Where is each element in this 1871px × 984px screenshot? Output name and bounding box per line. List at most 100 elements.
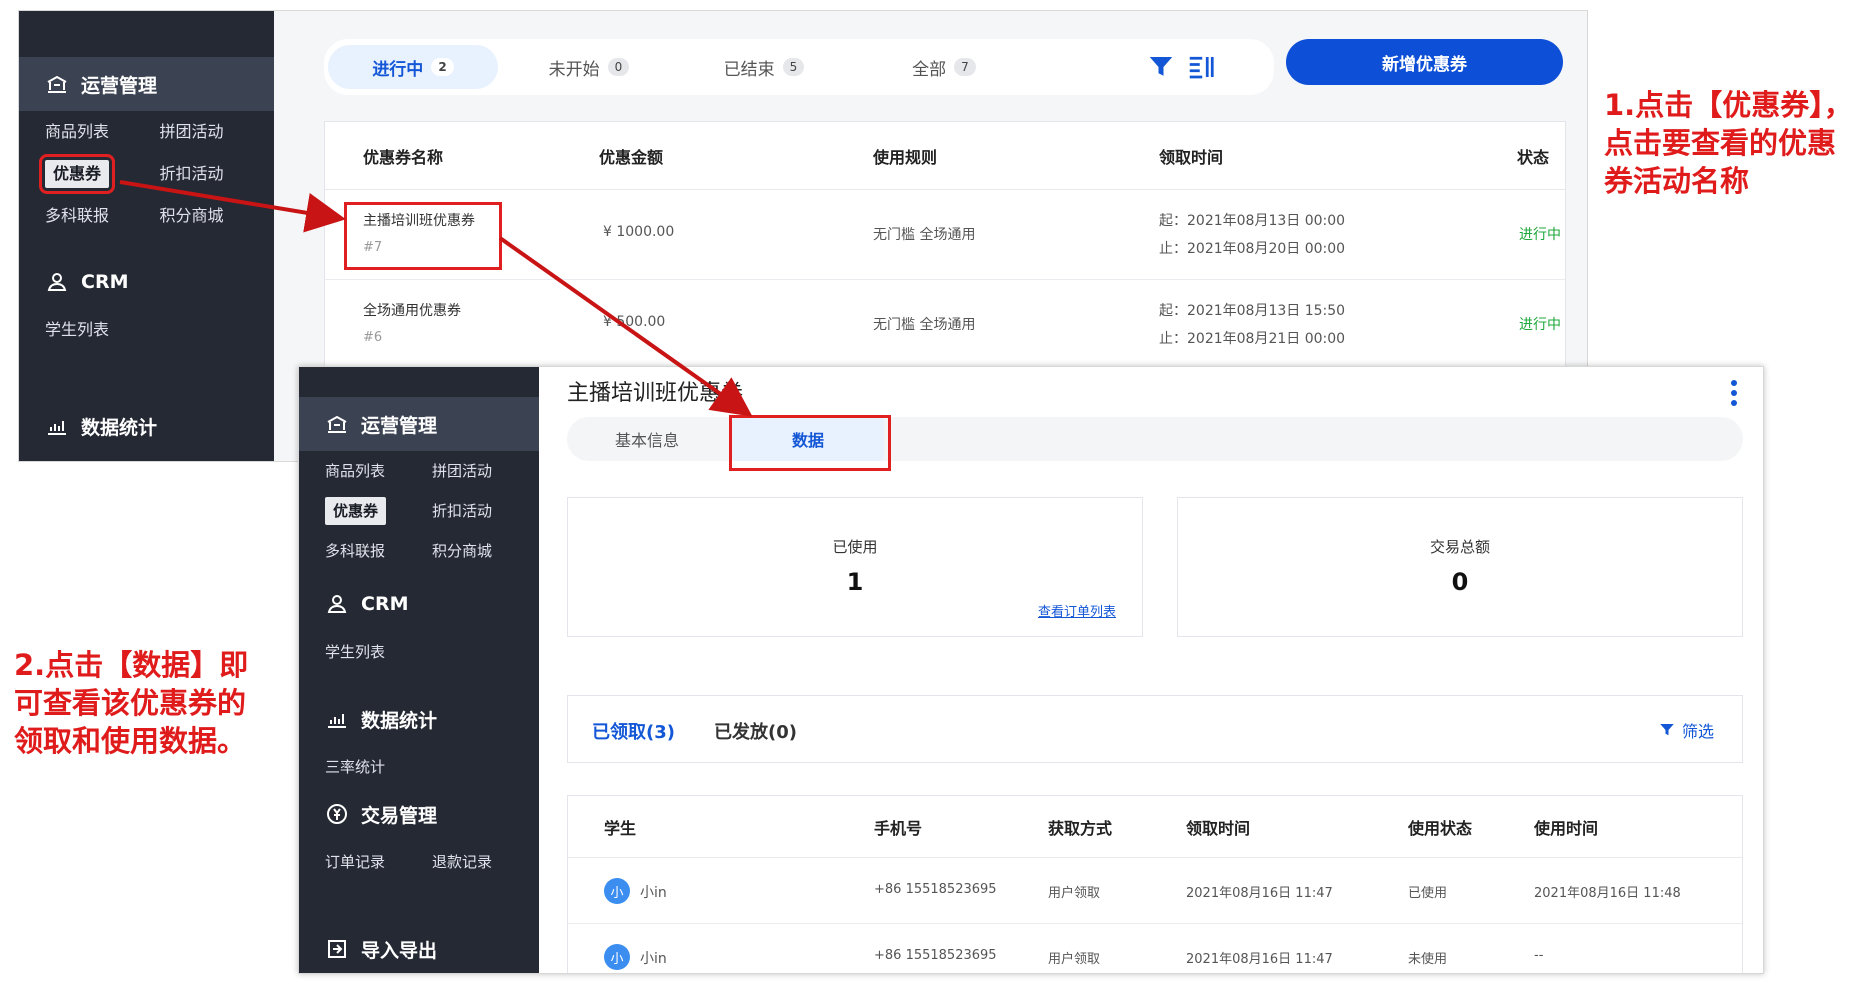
- sidebar-item-discount[interactable]: 折扣活动: [432, 491, 539, 531]
- sidebar-item-products[interactable]: 商品列表: [45, 111, 160, 153]
- table-row[interactable]: 全场通用优惠券 #6 ¥ 500.00 无门槛 全场通用 起：2021年08月1…: [325, 280, 1565, 370]
- records-table: 学生 手机号 获取方式 领取时间 使用状态 使用时间 小 小in +86 155…: [567, 795, 1743, 973]
- menu-head-io[interactable]: 导入导出: [299, 922, 539, 973]
- subtab-received[interactable]: 已领取(3): [592, 718, 675, 744]
- menu-group-stats: 数据统计 三率统计: [299, 692, 539, 788]
- menu-head-io-label: 导入导出: [361, 939, 438, 962]
- coupon-start: 起：2021年08月13日 15:50: [1159, 303, 1346, 319]
- menu-head-stats-label: 数据统计: [81, 416, 158, 439]
- coupon-id: #7: [363, 240, 383, 255]
- sidebar-item-orders[interactable]: 订单记录: [325, 841, 432, 883]
- import-export-icon: [328, 940, 346, 958]
- filter-icon: [1660, 724, 1674, 736]
- menu-group-crm: CRM 学生列表: [299, 577, 539, 673]
- col-phone: 手机号: [874, 818, 923, 838]
- sidebar-item-points-mall[interactable]: 积分商城: [432, 531, 539, 571]
- add-coupon-button[interactable]: 新增优惠券: [1286, 39, 1563, 85]
- sidebar-item-coupons[interactable]: 优惠券: [38, 153, 160, 195]
- menu-head-crm[interactable]: CRM: [299, 577, 539, 631]
- tutorial-composite: 运营管理 商品列表 拼团活动 优惠券 折扣活动 多科联报 积分商城 CRM 学生…: [0, 0, 1871, 984]
- menu-head-ops[interactable]: 运营管理: [19, 57, 274, 111]
- sidebar: 运营管理 商品列表 拼团活动 优惠券 折扣活动 多科联报 积分商城 CRM 学生…: [19, 11, 274, 461]
- more-vertical-icon[interactable]: [1724, 379, 1744, 407]
- use-time: 2021年08月16日 11:48: [1534, 886, 1681, 901]
- menu-head-stats-label: 数据统计: [361, 709, 438, 732]
- student-phone: +86 15518523695: [874, 948, 997, 963]
- count-badge: 0: [607, 58, 630, 76]
- sidebar-item-multi-course[interactable]: 多科联报: [325, 531, 432, 571]
- view-orders-link[interactable]: 查看订单列表: [1038, 601, 1116, 620]
- use-time: --: [1534, 948, 1544, 963]
- sidebar-item-discount[interactable]: 折扣活动: [160, 153, 275, 195]
- avatar: 小: [604, 944, 630, 970]
- use-state: 未使用: [1408, 952, 1448, 967]
- menu-group-trade: 交易管理 订单记录 退款记录: [299, 787, 539, 883]
- tab-data[interactable]: 数据: [732, 417, 884, 461]
- receive-method: 用户领取: [1048, 886, 1101, 901]
- menu-head-stats[interactable]: 数据统计: [299, 692, 539, 746]
- col-status: 状态: [1517, 147, 1550, 167]
- count-badge: 7: [954, 58, 976, 76]
- user-icon: [47, 273, 67, 291]
- menu-head-ops[interactable]: 运营管理: [299, 397, 539, 451]
- sidebar-item-products[interactable]: 商品列表: [325, 451, 432, 491]
- status-badge: 进行中: [1519, 227, 1561, 243]
- col-rule: 使用规则: [873, 147, 938, 167]
- sidebar-item-students[interactable]: 学生列表: [325, 631, 539, 673]
- coupon-name-link[interactable]: 主播培训班优惠券: [363, 210, 475, 230]
- menu-head-stats[interactable]: 数据统计: [19, 399, 274, 453]
- ops-items: 商品列表 拼团活动 优惠券 折扣活动 多科联报 积分商城: [299, 451, 539, 571]
- ops-items: 商品列表 拼团活动 优惠券 折扣活动 多科联报 积分商城: [19, 111, 274, 237]
- menu-head-crm[interactable]: CRM: [19, 255, 274, 309]
- use-state: 已使用: [1408, 886, 1448, 901]
- avatar: 小: [604, 878, 630, 904]
- col-use-time: 使用时间: [1534, 818, 1599, 838]
- sidebar-item-coupons[interactable]: 优惠券: [325, 491, 432, 531]
- sidebar-item-group-buy[interactable]: 拼团活动: [432, 451, 539, 491]
- menu-group-ops: 运营管理 商品列表 拼团活动 优惠券 折扣活动 多科联报 积分商城: [299, 397, 539, 571]
- tab-basic-info[interactable]: 基本信息: [567, 417, 727, 461]
- sidebar-item-group-buy[interactable]: 拼团活动: [160, 111, 275, 153]
- coupon-rule: 无门槛 全场通用: [873, 227, 976, 243]
- student-phone: +86 15518523695: [874, 882, 997, 897]
- sidebar: 运营管理 商品列表 拼团活动 优惠券 折扣活动 多科联报 积分商城 CRM 学生…: [299, 367, 539, 973]
- sidebar-item-multi-course[interactable]: 多科联报: [45, 195, 160, 237]
- table-row[interactable]: 主播培训班优惠券 #7 ¥ 1000.00 无门槛 全场通用 起：2021年08…: [325, 190, 1565, 280]
- user-icon: [327, 595, 347, 613]
- receive-time: 2021年08月16日 11:47: [1186, 886, 1333, 901]
- coupon-name-link[interactable]: 全场通用优惠券: [363, 300, 461, 320]
- col-receive-time: 领取时间: [1186, 818, 1251, 838]
- count-badge: 5: [782, 58, 805, 76]
- table-row[interactable]: 小 小in +86 15518523695 用户领取 2021年08月16日 1…: [568, 924, 1742, 973]
- count-badge: 2: [431, 58, 454, 76]
- record-subtabs: 已领取(3) 已发放(0) 筛选: [567, 695, 1743, 763]
- stat-value: 1: [846, 568, 864, 596]
- col-amount: 优惠金额: [599, 147, 664, 167]
- status-badge: 进行中: [1519, 317, 1561, 333]
- coupon-id: #6: [363, 330, 383, 345]
- tab-in-progress[interactable]: 进行中 2: [328, 45, 498, 89]
- tab-all[interactable]: 全部 7: [869, 45, 1019, 89]
- bar-chart-icon: [328, 714, 346, 728]
- receive-time: 2021年08月16日 11:47: [1186, 952, 1333, 967]
- sidebar-item-three-rate[interactable]: 三率统计: [325, 746, 539, 788]
- column-settings-icon[interactable]: [1186, 52, 1216, 82]
- coupon-detail-screen: 运营管理 商品列表 拼团活动 优惠券 折扣活动 多科联报 积分商城 CRM 学生…: [298, 366, 1764, 974]
- table-row[interactable]: 小 小in +86 15518523695 用户领取 2021年08月16日 1…: [568, 858, 1742, 924]
- tab-ended[interactable]: 已结束 5: [689, 45, 839, 89]
- sidebar-item-points-mall[interactable]: 积分商城: [160, 195, 275, 237]
- annotation-step1: 1.点击【优惠券】， 点击要查看的优惠 券活动名称: [1604, 88, 1853, 198]
- tab-not-started[interactable]: 未开始 0: [514, 45, 664, 89]
- col-use-state: 使用状态: [1408, 818, 1473, 838]
- student-name: 小in: [640, 885, 667, 901]
- col-time: 领取时间: [1159, 147, 1224, 167]
- trade-items: 订单记录 退款记录: [299, 841, 539, 883]
- menu-head-trade[interactable]: 交易管理: [299, 787, 539, 841]
- sidebar-item-refunds[interactable]: 退款记录: [432, 841, 539, 883]
- subtab-issued[interactable]: 已发放(0): [714, 718, 797, 744]
- filter-icon[interactable]: [1146, 52, 1176, 82]
- stat-card-total: 交易总额 0: [1177, 497, 1743, 637]
- sidebar-item-students[interactable]: 学生列表: [45, 309, 274, 351]
- menu-group-io: 导入导出: [299, 922, 539, 973]
- filter-button[interactable]: 筛选: [1658, 718, 1714, 742]
